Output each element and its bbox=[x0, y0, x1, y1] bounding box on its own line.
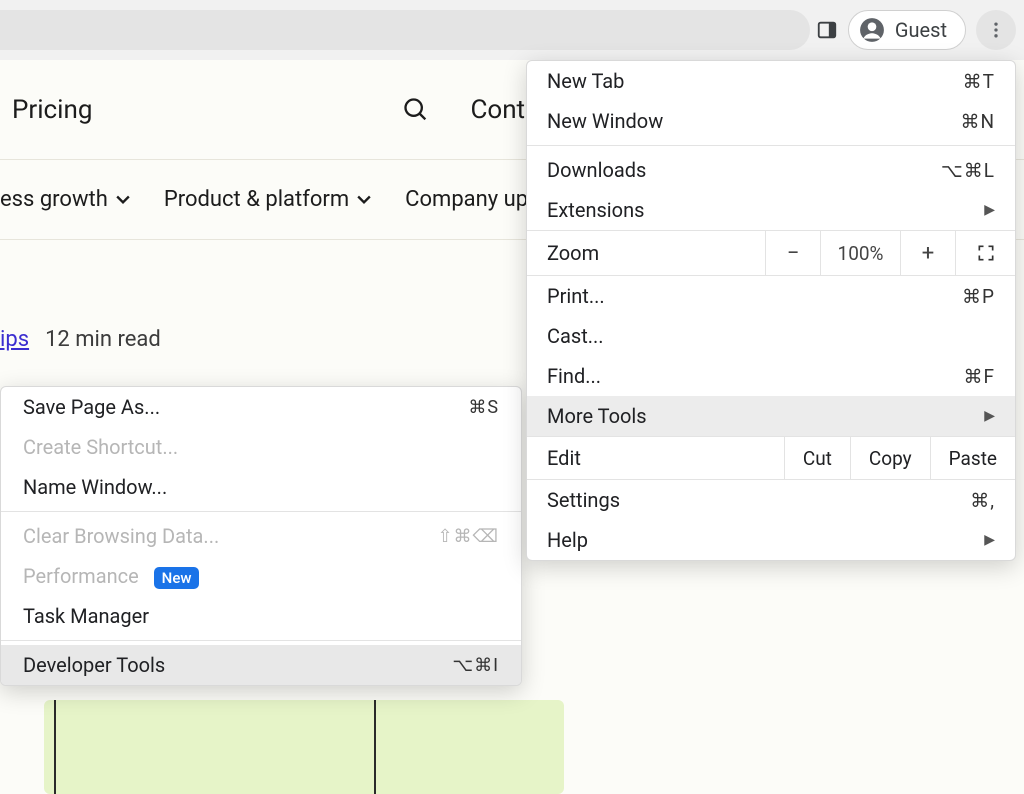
edit-cut-button[interactable]: Cut bbox=[784, 437, 850, 479]
submenu-name-window[interactable]: Name Window... bbox=[1, 467, 521, 507]
menu-edit-row: Edit Cut Copy Paste bbox=[527, 436, 1015, 480]
toolbar-right-cluster: Guest bbox=[816, 10, 1024, 50]
zoom-value: 100% bbox=[820, 231, 900, 275]
submenu-clear-browsing-data: Clear Browsing Data... ⇧⌘⌫ bbox=[1, 516, 521, 556]
article-readtime: 12 min read bbox=[45, 327, 161, 352]
edit-copy-button[interactable]: Copy bbox=[850, 437, 930, 479]
fullscreen-button[interactable] bbox=[955, 231, 1015, 275]
edit-paste-button[interactable]: Paste bbox=[930, 437, 1015, 479]
submenu-performance: Performance New bbox=[1, 556, 521, 596]
browser-toolbar: Guest bbox=[0, 0, 1024, 60]
article-category-link[interactable]: ips bbox=[0, 327, 29, 352]
submenu-developer-tools[interactable]: Developer Tools ⌥⌘I bbox=[1, 645, 521, 685]
menu-find[interactable]: Find... ⌘F bbox=[527, 356, 1015, 396]
profile-label: Guest bbox=[895, 18, 947, 42]
profile-chip[interactable]: Guest bbox=[848, 10, 966, 50]
menu-extensions[interactable]: Extensions ▶ bbox=[527, 190, 1015, 230]
kebab-icon bbox=[986, 20, 1006, 40]
menu-downloads[interactable]: Downloads ⌥⌘L bbox=[527, 150, 1015, 190]
menu-edit-label: Edit bbox=[527, 437, 784, 479]
omnibox[interactable] bbox=[0, 10, 810, 50]
menu-print[interactable]: Print... ⌘P bbox=[527, 276, 1015, 316]
submenu-create-shortcut: Create Shortcut... bbox=[1, 427, 521, 467]
menu-settings[interactable]: Settings ⌘, bbox=[527, 480, 1015, 520]
zoom-in-button[interactable]: + bbox=[900, 231, 955, 275]
search-icon[interactable] bbox=[402, 96, 430, 124]
chevron-down-icon bbox=[357, 195, 371, 205]
sub-product-platform[interactable]: Product & platform bbox=[164, 187, 405, 212]
new-badge: New bbox=[154, 567, 200, 589]
chevron-down-icon bbox=[116, 195, 130, 205]
menu-new-window[interactable]: New Window ⌘N bbox=[527, 101, 1015, 141]
submenu-save-page-as[interactable]: Save Page As... ⌘S bbox=[1, 387, 521, 427]
profile-icon bbox=[859, 17, 885, 43]
menu-help[interactable]: Help ▶ bbox=[527, 520, 1015, 560]
menu-cast[interactable]: Cast... bbox=[527, 316, 1015, 356]
side-panel-icon[interactable] bbox=[816, 19, 838, 41]
sub-business-growth[interactable]: ess growth bbox=[0, 187, 164, 212]
nav-pricing[interactable]: Pricing bbox=[12, 95, 122, 125]
chevron-right-icon: ▶ bbox=[984, 408, 995, 424]
zoom-out-button[interactable]: − bbox=[765, 231, 820, 275]
menu-new-tab[interactable]: New Tab ⌘T bbox=[527, 61, 1015, 101]
menu-zoom-label: Zoom bbox=[527, 231, 765, 275]
more-tools-submenu: Save Page As... ⌘S Create Shortcut... Na… bbox=[0, 386, 522, 686]
illustration-block bbox=[44, 700, 564, 794]
fullscreen-icon bbox=[976, 243, 996, 263]
menu-more-tools[interactable]: More Tools ▶ bbox=[527, 396, 1015, 436]
submenu-task-manager[interactable]: Task Manager bbox=[1, 596, 521, 636]
chevron-right-icon: ▶ bbox=[984, 532, 995, 548]
chevron-right-icon: ▶ bbox=[984, 202, 995, 218]
chrome-main-menu: New Tab ⌘T New Window ⌘N Downloads ⌥⌘L E… bbox=[526, 60, 1016, 561]
menu-zoom-row: Zoom − 100% + bbox=[527, 230, 1015, 276]
kebab-menu-button[interactable] bbox=[976, 10, 1016, 50]
